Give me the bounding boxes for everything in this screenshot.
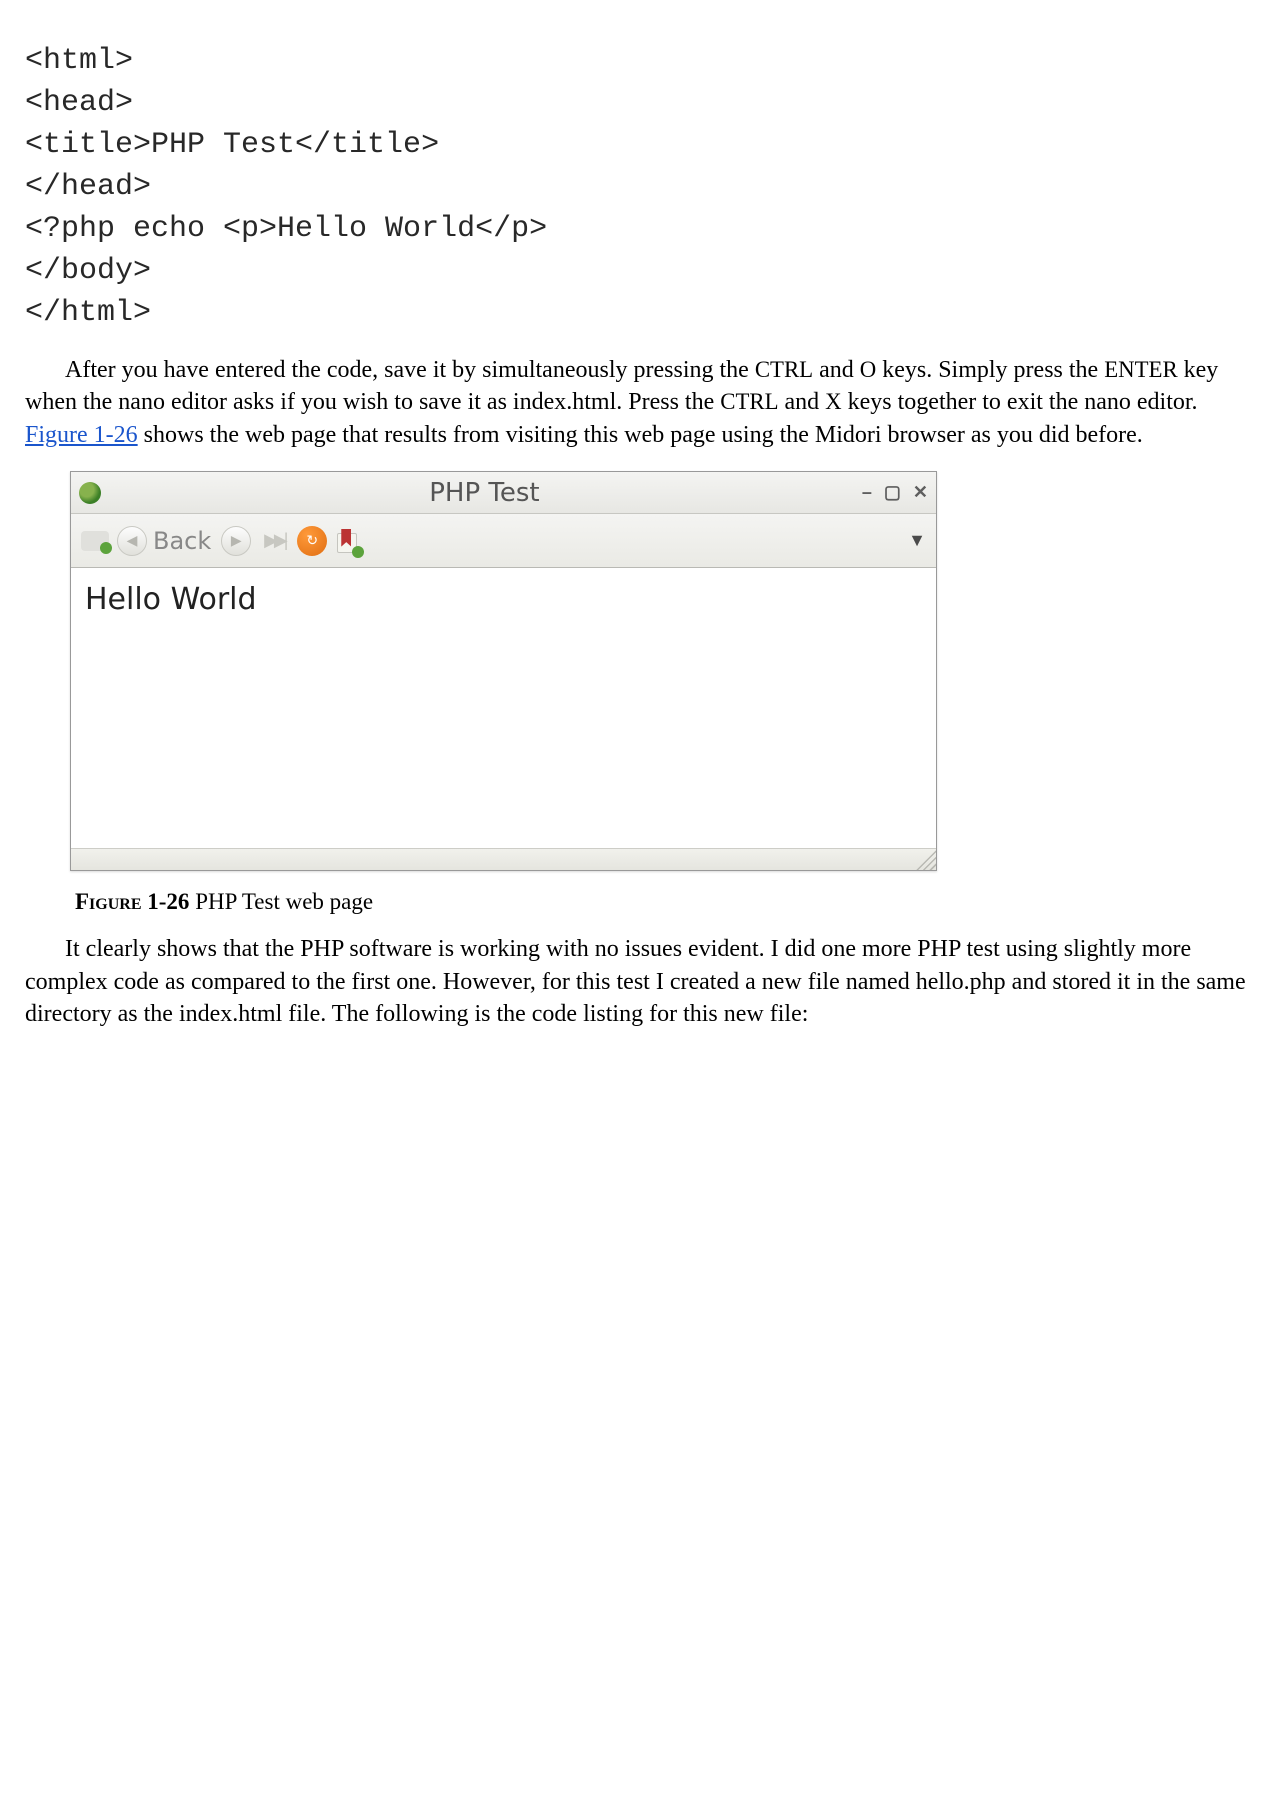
key-o: O (860, 357, 876, 382)
figure-label: Figure (75, 889, 142, 914)
new-tab-button[interactable] (81, 531, 109, 551)
close-button[interactable]: ✕ (913, 482, 928, 503)
browser-viewport: Hello World (71, 568, 936, 848)
back-button[interactable]: ◀ (117, 526, 147, 556)
browser-window-figure: PHP Test – ▢ ✕ ◀ Back ▶ ▶▶| ↻ ▼ Hello Wo… (70, 471, 937, 871)
figure-number: 1-26 (142, 889, 196, 914)
paragraph-save-instructions: After you have entered the code, save it… (25, 354, 1255, 451)
code-block: <html> <head> <title>PHP Test</title> </… (25, 40, 1255, 334)
window-statusbar (71, 848, 936, 870)
code-line: <?php echo <p>Hello World</p> (25, 212, 547, 246)
code-line: <title>PHP Test</title> (25, 128, 439, 162)
key-ctrl: CTRL (720, 389, 778, 414)
text: After you have entered the code, save it… (65, 357, 755, 383)
resize-grip-icon[interactable] (914, 848, 936, 870)
code-line: </html> (25, 296, 151, 330)
forward-button[interactable]: ▶ (221, 526, 251, 556)
add-bookmark-button[interactable] (335, 527, 361, 555)
text: keys. Simply press the (876, 357, 1104, 383)
text: keys together to exit the nano editor. (842, 389, 1198, 415)
key-x: X (825, 389, 841, 414)
figure-caption-text: PHP Test web page (195, 889, 373, 914)
window-titlebar: PHP Test – ▢ ✕ (71, 472, 936, 514)
text: and (813, 357, 860, 383)
minimize-button[interactable]: – (862, 482, 872, 503)
back-label: Back (153, 527, 211, 555)
window-title: PHP Test (107, 478, 862, 508)
code-line: </body> (25, 254, 151, 288)
browser-toolbar: ◀ Back ▶ ▶▶| ↻ ▼ (71, 514, 936, 568)
text: and (779, 389, 826, 415)
next-icon[interactable]: ▶▶| (259, 526, 289, 556)
text: shows the web page that results from vis… (138, 422, 1143, 448)
paragraph-php-working: It clearly shows that the PHP software i… (25, 933, 1255, 1030)
key-ctrl: CTRL (755, 357, 813, 382)
midori-app-icon (79, 482, 101, 504)
page-content-text: Hello World (85, 582, 922, 617)
menu-dropdown-icon[interactable]: ▼ (908, 530, 926, 551)
maximize-button[interactable]: ▢ (884, 482, 901, 503)
window-controls: – ▢ ✕ (862, 482, 928, 503)
code-line: </head> (25, 170, 151, 204)
figure-caption: Figure 1-26 PHP Test web page (75, 889, 1255, 915)
key-enter: ENTER (1104, 357, 1177, 382)
code-line: <head> (25, 86, 133, 120)
stop-reload-button[interactable]: ↻ (297, 526, 327, 556)
code-line: <html> (25, 44, 133, 78)
figure-link[interactable]: Figure 1-26 (25, 422, 138, 448)
